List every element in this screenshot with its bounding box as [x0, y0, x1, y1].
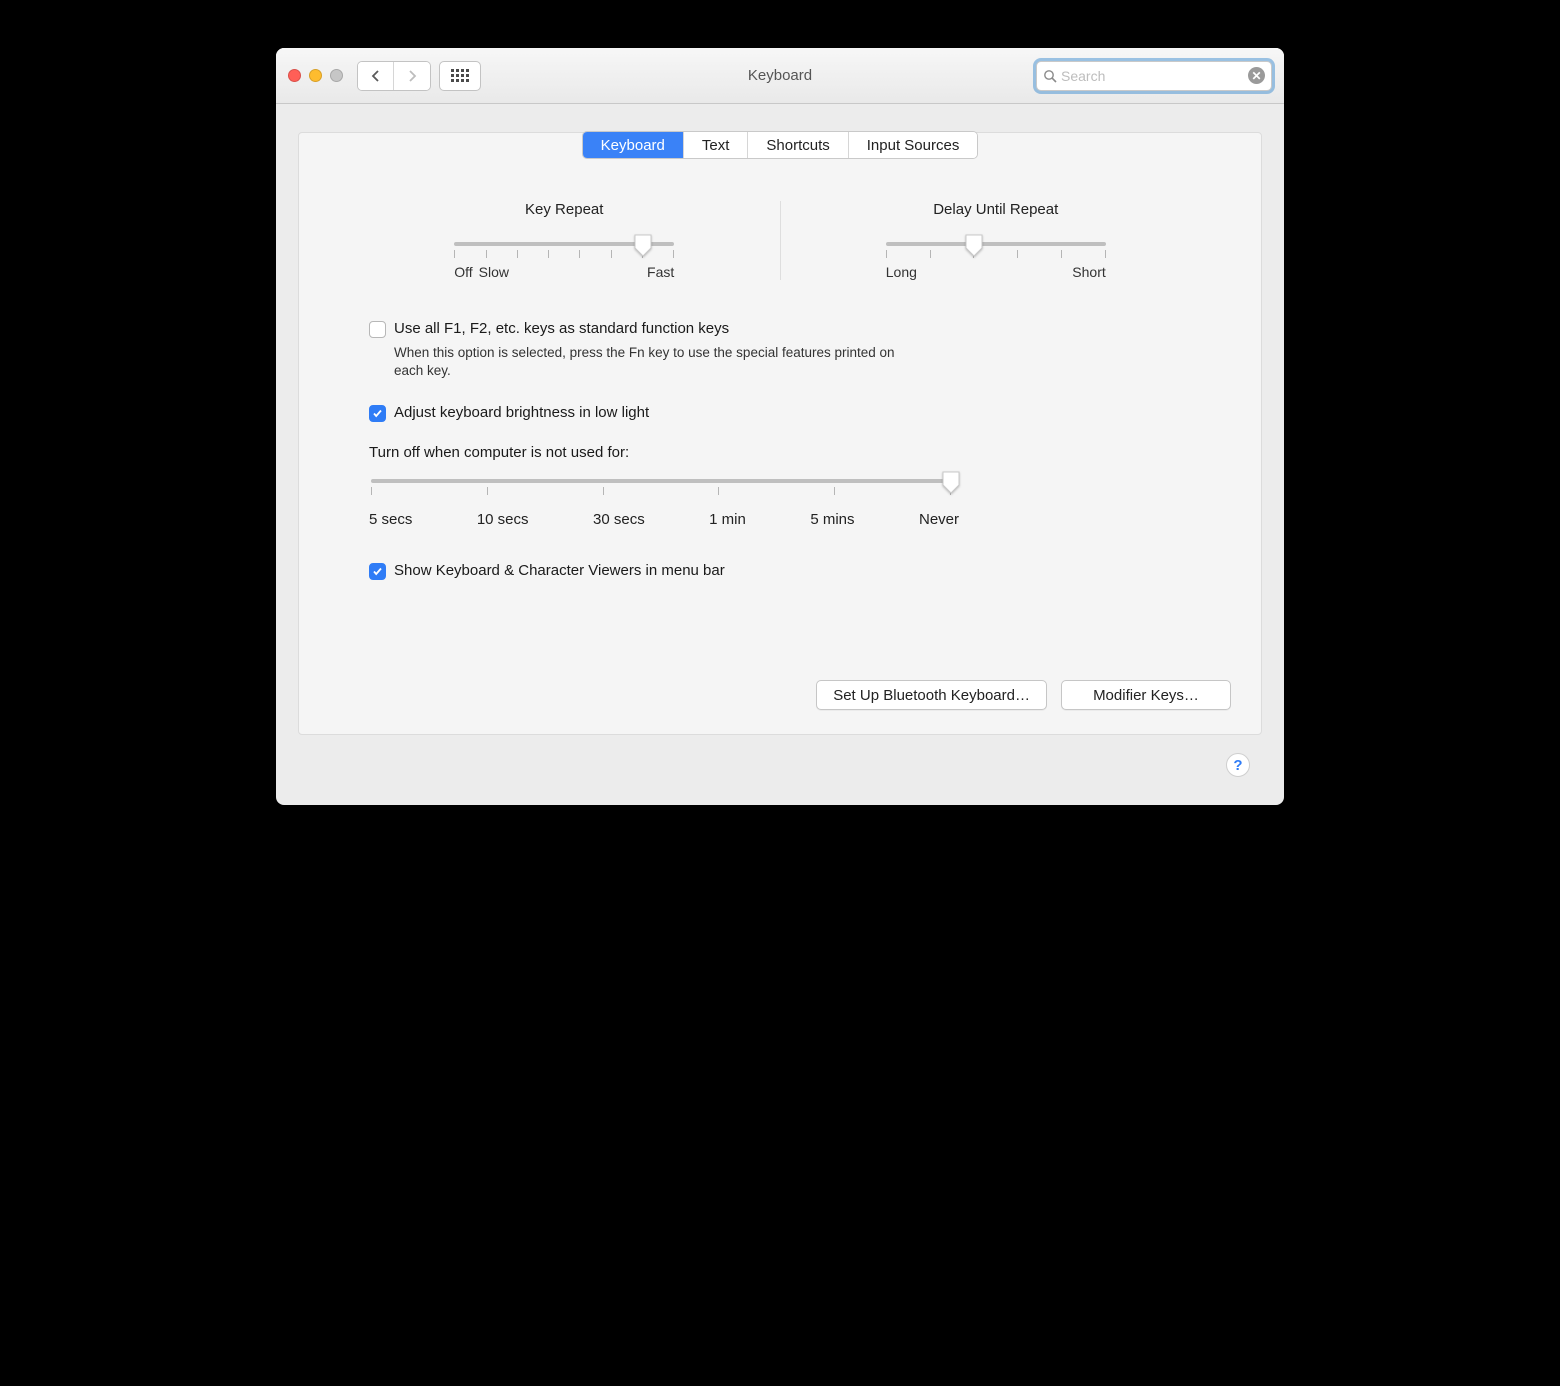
- use-fn-row: Use all F1, F2, etc. keys as standard fu…: [369, 320, 1191, 338]
- tab-shortcuts[interactable]: Shortcuts: [748, 132, 848, 158]
- show-viewers-label: Show Keyboard & Character Viewers in men…: [394, 562, 725, 579]
- show-all-button[interactable]: [439, 61, 481, 91]
- search-field[interactable]: ✕: [1036, 61, 1272, 91]
- search-input[interactable]: [1061, 68, 1248, 84]
- key-repeat-group: Key Repeat Off Slow Fast: [349, 201, 781, 280]
- tab-text[interactable]: Text: [684, 132, 749, 158]
- turnoff-label: Turn off when computer is not used for:: [369, 444, 1191, 461]
- minimize-window-button[interactable]: [309, 69, 322, 82]
- show-viewers-row: Show Keyboard & Character Viewers in men…: [369, 562, 1191, 580]
- settings-panel: Keyboard Text Shortcuts Input Sources Ke…: [298, 132, 1262, 735]
- show-viewers-checkbox[interactable]: [369, 563, 386, 580]
- delay-repeat-group: Delay Until Repeat Long Short: [781, 201, 1212, 280]
- key-repeat-slow-label: Slow: [479, 264, 509, 280]
- close-window-button[interactable]: [288, 69, 301, 82]
- options-section: Use all F1, F2, etc. keys as standard fu…: [299, 320, 1261, 580]
- window-title: Keyboard: [748, 67, 812, 84]
- use-fn-label: Use all F1, F2, etc. keys as standard fu…: [394, 320, 729, 337]
- preferences-window: Keyboard ✕ Keyboard Text Shortcuts Input…: [276, 48, 1284, 805]
- forward-button[interactable]: [394, 62, 430, 90]
- delay-long-label: Long: [886, 264, 917, 280]
- turnoff-5secs: 5 secs: [369, 511, 412, 528]
- delay-repeat-slider[interactable]: [886, 242, 1106, 246]
- turnoff-10secs: 10 secs: [477, 511, 529, 528]
- key-repeat-fast-label: Fast: [647, 264, 674, 280]
- bluetooth-keyboard-button[interactable]: Set Up Bluetooth Keyboard…: [816, 680, 1047, 710]
- turnoff-never: Never: [919, 511, 959, 528]
- titlebar: Keyboard ✕: [276, 48, 1284, 104]
- use-fn-checkbox[interactable]: [369, 321, 386, 338]
- turnoff-slider[interactable]: [371, 479, 951, 483]
- turnoff-labels: 5 secs 10 secs 30 secs 1 min 5 mins Neve…: [369, 511, 959, 528]
- delay-repeat-labels: Long Short: [886, 264, 1106, 280]
- nav-back-forward: [357, 61, 431, 91]
- content-area: Keyboard Text Shortcuts Input Sources Ke…: [276, 104, 1284, 805]
- delay-repeat-title: Delay Until Repeat: [933, 201, 1058, 218]
- key-repeat-title: Key Repeat: [525, 201, 603, 218]
- use-fn-hint: When this option is selected, press the …: [394, 344, 914, 380]
- bottom-buttons: Set Up Bluetooth Keyboard… Modifier Keys…: [299, 680, 1261, 710]
- help-button[interactable]: ?: [1226, 753, 1250, 777]
- delay-short-label: Short: [1072, 264, 1105, 280]
- adjust-brightness-label: Adjust keyboard brightness in low light: [394, 404, 649, 421]
- tab-keyboard[interactable]: Keyboard: [583, 132, 684, 158]
- back-button[interactable]: [358, 62, 394, 90]
- tab-input-sources[interactable]: Input Sources: [849, 132, 978, 158]
- adjust-brightness-checkbox[interactable]: [369, 405, 386, 422]
- search-icon: [1043, 69, 1057, 83]
- turnoff-30secs: 30 secs: [593, 511, 645, 528]
- turnoff-5mins: 5 mins: [810, 511, 854, 528]
- modifier-keys-button[interactable]: Modifier Keys…: [1061, 680, 1231, 710]
- traffic-lights: [288, 69, 343, 82]
- chevron-left-icon: [370, 69, 382, 83]
- clear-search-icon[interactable]: ✕: [1248, 67, 1265, 84]
- chevron-right-icon: [406, 69, 418, 83]
- grid-icon: [451, 69, 469, 82]
- turnoff-1min: 1 min: [709, 511, 746, 528]
- top-sliders: Key Repeat Off Slow Fast: [299, 201, 1261, 280]
- key-repeat-labels: Off Slow Fast: [454, 264, 674, 280]
- zoom-window-button[interactable]: [330, 69, 343, 82]
- tab-bar: Keyboard Text Shortcuts Input Sources: [582, 131, 979, 159]
- key-repeat-off-label: Off: [454, 264, 472, 280]
- key-repeat-slider[interactable]: [454, 242, 674, 246]
- adjust-brightness-row: Adjust keyboard brightness in low light: [369, 404, 1191, 422]
